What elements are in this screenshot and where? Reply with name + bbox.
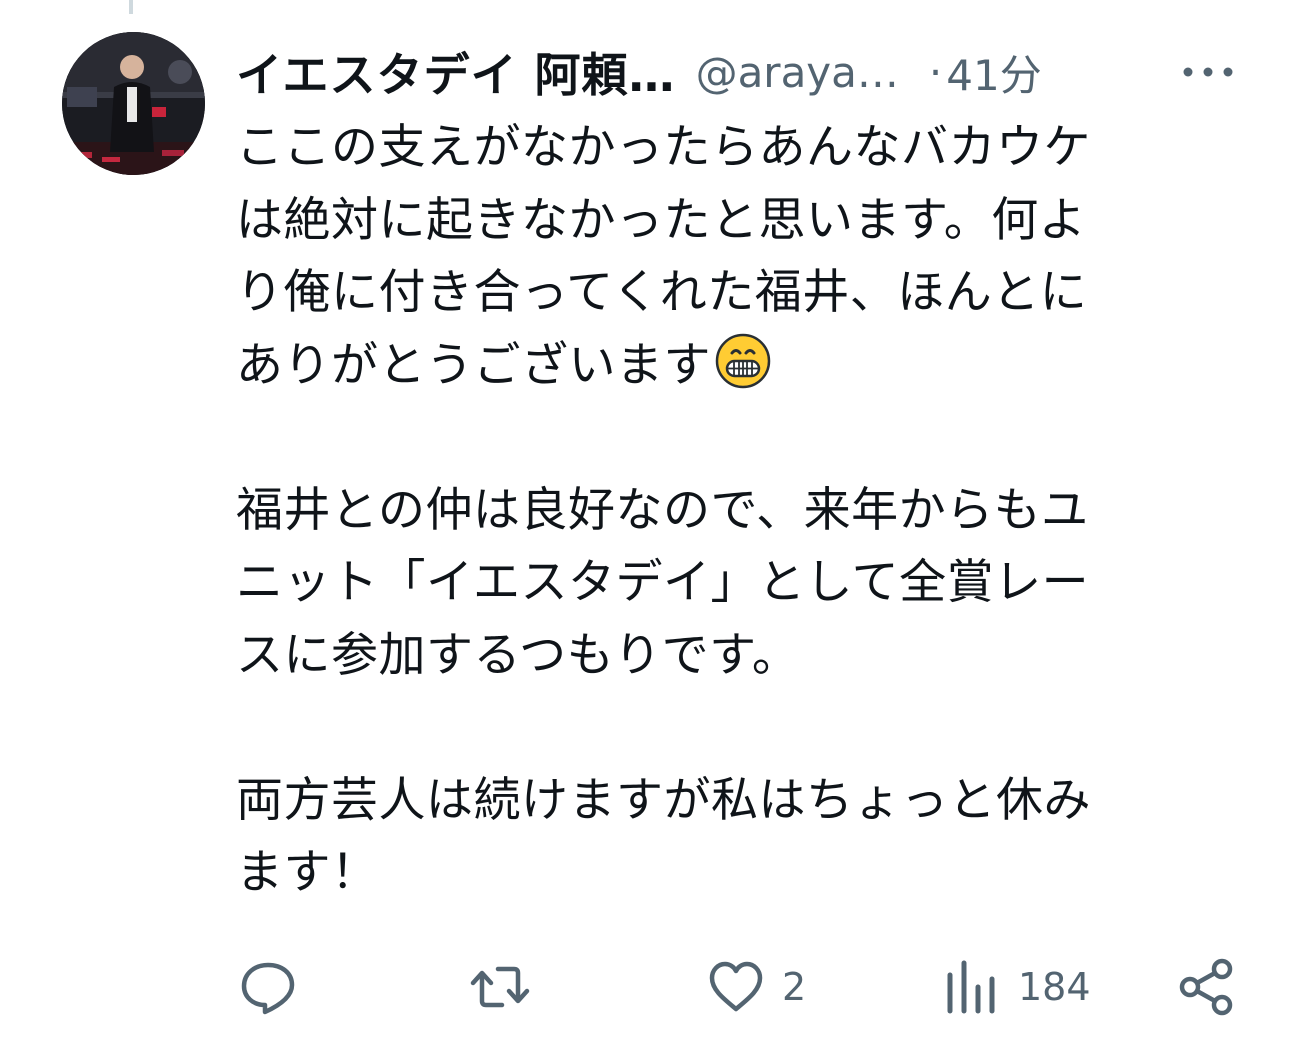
tweet-line: 両方芸人は続けますが私はちょっと休み (236, 772, 1091, 828)
retweet-button[interactable] (468, 950, 546, 1024)
tweet-line: ここの支えがなかったらあんなバカウケ (236, 120, 1091, 175)
tweet-line: 福井との仲は良好なので、来年からもユ (236, 482, 1089, 538)
retweet-icon (470, 966, 530, 1008)
grinning-face-icon (715, 333, 771, 389)
tweet-actions: 2 184 (236, 950, 1236, 1024)
tweet-paragraph-2: 福井との仲は良好なので、来年からもユ ニット「イエスタデイ」として全賞レー スに… (236, 475, 1226, 693)
separator-dot: · (928, 47, 943, 97)
tweet-paragraph-3: 両方芸人は続けますが私はちょっと休み ます！ (236, 765, 1226, 910)
tweet-line: ニット「イエスタデイ」として全賞レー (236, 555, 1090, 610)
avatar[interactable] (62, 32, 205, 175)
tweet-line: り俺に付き合ってくれた福井、ほんとに (236, 265, 1088, 320)
tweet-text: ここの支えがなかったらあんなバカウケ は絶対に起きなかったと思います。何よ り俺… (236, 112, 1226, 910)
tweet-line: ます！ (236, 845, 379, 900)
avatar-image (62, 32, 205, 175)
tweet-line: スに参加するつもりです。 (236, 627, 800, 683)
share-button[interactable] (1174, 950, 1238, 1024)
tweet-line-with-emoji: ありがとうございます (236, 330, 1226, 403)
tweet: イエスタデイ 阿頼… @araya… · 41分 ここの支えがなかったらあんなバ… (0, 0, 1300, 1057)
tweet-header: イエスタデイ 阿頼… @araya… · 41分 (236, 36, 1240, 108)
like-count: 2 (782, 965, 807, 1009)
views-button[interactable]: 184 (940, 950, 1091, 1024)
share-icon (1179, 958, 1233, 1016)
thread-line (129, 0, 133, 14)
heart-icon (709, 961, 763, 1012)
reply-button[interactable] (236, 950, 314, 1024)
views-count: 184 (1018, 965, 1091, 1009)
tweet-line: ありがとうございます (236, 337, 711, 393)
like-button[interactable]: 2 (704, 950, 806, 1024)
tweet-timestamp[interactable]: 41分 (946, 42, 1041, 103)
reply-icon (241, 962, 295, 1015)
tweet-line: は絶対に起きなかったと思います。何よ (236, 192, 1087, 248)
tweet-paragraph-1: ここの支えがなかったらあんなバカウケ は絶対に起きなかったと思います。何よ り俺… (236, 112, 1226, 402)
more-options-icon[interactable] (1180, 52, 1240, 92)
author-handle[interactable]: @araya… (696, 48, 899, 97)
author-name[interactable]: イエスタデイ 阿頼… (236, 39, 676, 105)
views-chart-icon (947, 960, 995, 1014)
